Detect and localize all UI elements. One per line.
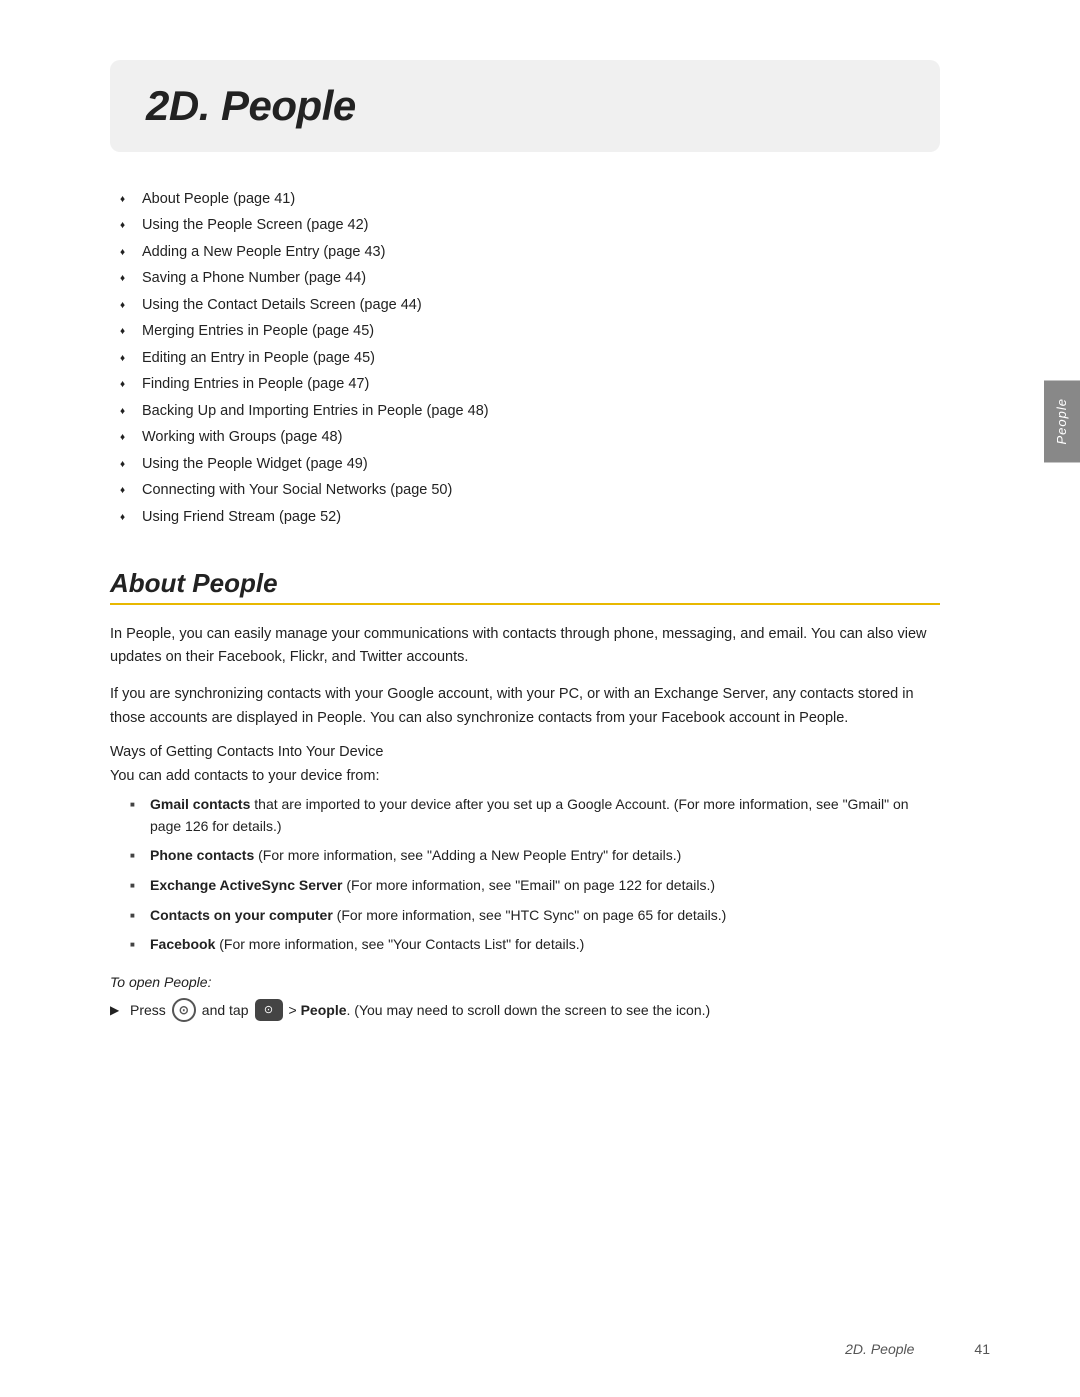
- side-tab: People: [1044, 380, 1080, 462]
- bullet-item-exchange: Exchange ActiveSync Server (For more inf…: [130, 875, 940, 897]
- bullet-normal: (For more information, see "Adding a New…: [254, 847, 681, 863]
- bullet-bold: Facebook: [150, 936, 215, 952]
- toc-item: Finding Entries in People (page 47): [120, 373, 940, 395]
- bullet-bold: Contacts on your computer: [150, 907, 333, 923]
- toc-item: Editing an Entry in People (page 45): [120, 347, 940, 369]
- toc-item: Using Friend Stream (page 52): [120, 506, 940, 528]
- page-footer: 2D. People 41: [0, 1341, 1080, 1357]
- subheading2: You can add contacts to your device from…: [110, 768, 940, 784]
- bullet-normal: that are imported to your device after y…: [150, 796, 909, 834]
- bullet-bold: Exchange ActiveSync Server: [150, 877, 342, 893]
- chapter-title-box: 2D. People: [110, 60, 940, 152]
- home-button-icon: ⊙: [172, 998, 196, 1022]
- toc-item: Merging Entries in People (page 45): [120, 320, 940, 342]
- bullet-bold: Gmail contacts: [150, 796, 250, 812]
- bullet-item-facebook: Facebook (For more information, see "You…: [130, 934, 940, 956]
- toc-item: Connecting with Your Social Networks (pa…: [120, 479, 940, 501]
- bullet-item-phone: Phone contacts (For more information, se…: [130, 845, 940, 867]
- chapter-title: 2D. People: [146, 82, 356, 129]
- bullet-normal: (For more information, see "Email" on pa…: [342, 877, 715, 893]
- footer-chapter: 2D. People: [845, 1341, 914, 1357]
- toc-item: Using the Contact Details Screen (page 4…: [120, 294, 940, 316]
- bullet-item-gmail: Gmail contacts that are imported to your…: [130, 794, 940, 837]
- instruction-prefix: Press: [130, 1002, 166, 1018]
- toc-item: Using the People Screen (page 42): [120, 214, 940, 236]
- toc-list: About People (page 41) Using the People …: [110, 188, 940, 528]
- bullet-list: Gmail contacts that are imported to your…: [130, 794, 940, 956]
- footer-page-number: 41: [974, 1341, 990, 1357]
- bullet-normal: (For more information, see "HTC Sync" on…: [333, 907, 727, 923]
- instruction-middle: and tap: [202, 1002, 249, 1018]
- main-content: 2D. People About People (page 41) Using …: [0, 0, 1020, 1397]
- to-open-label: To open People:: [110, 974, 940, 990]
- instruction-row: Press ⊙ and tap ⊙ > People. (You may nee…: [110, 998, 940, 1022]
- section-title: About People: [110, 568, 940, 599]
- instruction-suffix: > People. (You may need to scroll down t…: [289, 1002, 711, 1018]
- toc-item: Saving a Phone Number (page 44): [120, 267, 940, 289]
- subheading1: Ways of Getting Contacts Into Your Devic…: [110, 744, 940, 760]
- toc-item: Backing Up and Importing Entries in Peop…: [120, 400, 940, 422]
- apps-icon: ⊙: [255, 999, 283, 1021]
- bullet-bold: Phone contacts: [150, 847, 254, 863]
- body-para2: If you are synchronizing contacts with y…: [110, 683, 940, 729]
- toc-item: Working with Groups (page 48): [120, 426, 940, 448]
- side-tab-label: People: [1054, 398, 1069, 444]
- toc-item: Adding a New People Entry (page 43): [120, 241, 940, 263]
- bullet-normal: (For more information, see "Your Contact…: [215, 936, 584, 952]
- body-para1: In People, you can easily manage your co…: [110, 623, 940, 669]
- toc-item: Using the People Widget (page 49): [120, 453, 940, 475]
- bullet-item-computer: Contacts on your computer (For more info…: [130, 905, 940, 927]
- page-wrapper: 2D. People About People (page 41) Using …: [0, 0, 1080, 1397]
- toc-item: About People (page 41): [120, 188, 940, 210]
- section-rule: [110, 603, 940, 605]
